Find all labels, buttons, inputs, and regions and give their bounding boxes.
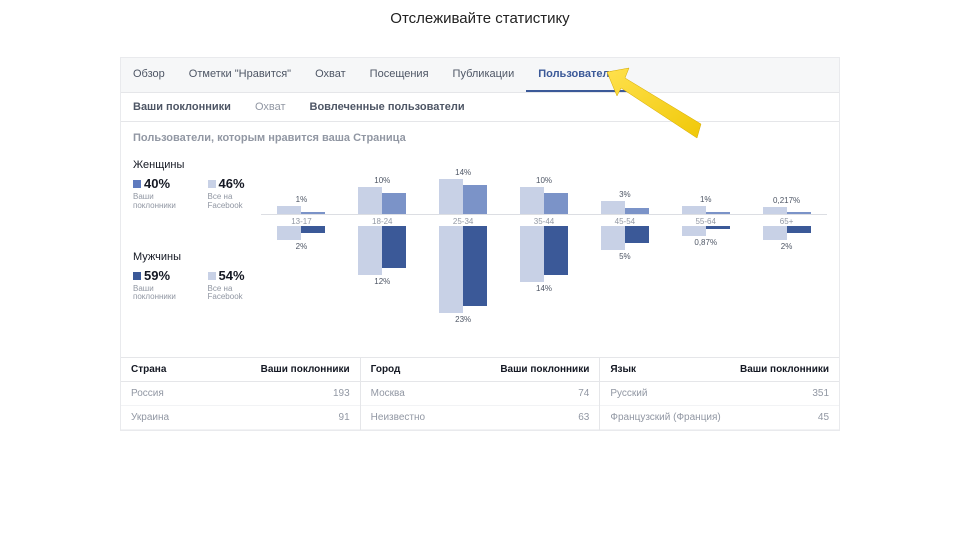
female-bar: 14%: [423, 159, 504, 214]
subtab-reach[interactable]: Охват: [243, 93, 298, 121]
male-bar: 0,87%: [665, 226, 746, 314]
swatch-icon: [208, 272, 216, 280]
country-table: СтранаВаши поклонники Россия193 Украина9…: [121, 358, 361, 430]
table-row[interactable]: Неизвестно63: [361, 406, 600, 430]
tab-people[interactable]: Пользователи: [526, 58, 628, 92]
male-block: Мужчины 59% Ваши поклонники 54% Все на F…: [133, 251, 261, 303]
table-row[interactable]: Россия193: [121, 382, 360, 406]
tab-overview[interactable]: Обзор: [121, 58, 177, 92]
language-table: ЯзыкВаши поклонники Русский351 Французск…: [600, 358, 839, 430]
country-head: Страна: [131, 364, 261, 375]
tab-reach[interactable]: Охват: [303, 58, 358, 92]
male-bar: 5%: [584, 226, 665, 314]
female-block: Женщины 40% Ваши поклонники 46% Все на F…: [133, 159, 261, 211]
gender-summary: Женщины 40% Ваши поклонники 46% Все на F…: [133, 159, 261, 342]
table-row[interactable]: Русский351: [600, 382, 839, 406]
main-tabs: Обзор Отметки "Нравится" Охват Посещения…: [121, 58, 839, 93]
female-bar: 10%: [342, 159, 423, 214]
male-bar: 14%: [504, 226, 585, 314]
female-bar: 0,217%: [746, 159, 827, 214]
city-head: Город: [371, 364, 501, 375]
swatch-icon: [208, 180, 216, 188]
table-row[interactable]: Украина91: [121, 406, 360, 430]
male-title: Мужчины: [133, 251, 261, 263]
city-head-val: Ваши поклонники: [500, 364, 589, 375]
female-bar: 1%: [665, 159, 746, 214]
female-fans-pct: 40% Ваши поклонники: [133, 175, 190, 211]
table-row[interactable]: Французский (Франция)45: [600, 406, 839, 430]
male-bar: 12%: [342, 226, 423, 314]
insights-dashboard: Обзор Отметки "Нравится" Охват Посещения…: [120, 57, 840, 431]
female-bar: 10%: [504, 159, 585, 214]
male-fans-pct: 59% Ваши поклонники: [133, 267, 190, 303]
subtab-your-fans[interactable]: Ваши поклонники: [121, 93, 243, 121]
male-bar: 2%: [746, 226, 827, 314]
female-bar: 1%: [261, 159, 342, 214]
tab-visits[interactable]: Посещения: [358, 58, 441, 92]
swatch-icon: [133, 180, 141, 188]
female-title: Женщины: [133, 159, 261, 171]
male-all-pct: 54% Все на Facebook: [208, 267, 261, 303]
page-title: Отслеживайте статистику: [0, 0, 960, 57]
sub-tabs: Ваши поклонники Охват Вовлеченные пользо…: [121, 93, 839, 122]
tab-likes[interactable]: Отметки "Нравится": [177, 58, 303, 92]
tab-posts[interactable]: Публикации: [441, 58, 527, 92]
swatch-icon: [133, 272, 141, 280]
male-bar: 2%: [261, 226, 342, 314]
table-row[interactable]: Москва74: [361, 382, 600, 406]
male-bar: 23%: [423, 226, 504, 314]
subtab-engaged[interactable]: Вовлеченные пользователи: [298, 93, 477, 121]
lang-head: Язык: [610, 364, 740, 375]
section-heading: Пользователи, которым нравится ваша Стра…: [121, 122, 839, 154]
breakdown-tables: СтранаВаши поклонники Россия193 Украина9…: [121, 357, 839, 430]
age-gender-chart: 1%10%14%10%3%1%0,217% 13-1718-2425-3435-…: [261, 159, 827, 314]
lang-head-val: Ваши поклонники: [740, 364, 829, 375]
female-bar: 3%: [584, 159, 665, 214]
female-all-pct: 46% Все на Facebook: [208, 175, 261, 211]
city-table: ГородВаши поклонники Москва74 Неизвестно…: [361, 358, 601, 430]
demographics-section: Женщины 40% Ваши поклонники 46% Все на F…: [121, 154, 839, 357]
country-head-val: Ваши поклонники: [261, 364, 350, 375]
